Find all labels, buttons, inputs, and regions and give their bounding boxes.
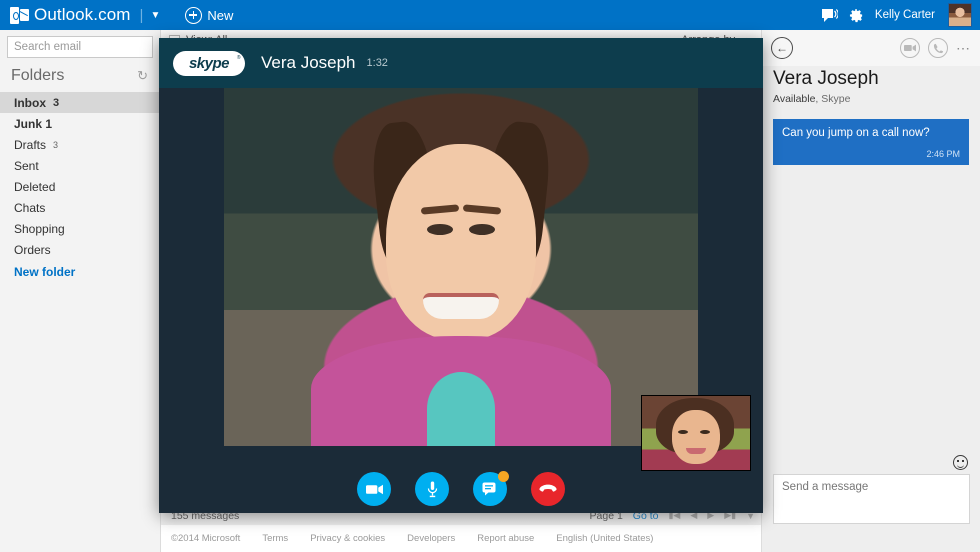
- sidebar-item-label: Sent: [14, 158, 39, 173]
- ellipsis-icon[interactable]: ⋯: [956, 41, 971, 55]
- chat-message-bubble: Can you jump on a call now? 2:46 PM: [773, 119, 969, 165]
- page-footer: ©2014 Microsoft Terms Privacy & cookies …: [161, 525, 761, 552]
- gear-icon[interactable]: [849, 8, 864, 23]
- sidebar-item-drafts[interactable]: Drafts 3: [0, 134, 160, 155]
- top-navigation-bar: Outlook.com | ▼ New Kelly Carter: [0, 0, 980, 30]
- sidebar-item-deleted[interactable]: Deleted: [0, 176, 160, 197]
- sidebar-item-label: Shopping: [14, 221, 65, 236]
- sidebar-item-sent[interactable]: Sent: [0, 155, 160, 176]
- folders-header: Folders ↻: [0, 58, 160, 92]
- terms-link[interactable]: Terms: [262, 533, 288, 544]
- sidebar-item-label: Inbox: [14, 95, 46, 110]
- refresh-icon[interactable]: ↻: [137, 68, 148, 84]
- sidebar-item-chats[interactable]: Chats: [0, 197, 160, 218]
- skype-logo-icon: skype: [173, 50, 245, 76]
- outlook-brand[interactable]: Outlook.com | ▼: [10, 5, 160, 25]
- brand-label: Outlook.com: [34, 5, 131, 24]
- search-input[interactable]: [14, 41, 168, 53]
- remote-video-feed[interactable]: [224, 88, 698, 446]
- user-name-label[interactable]: Kelly Carter: [875, 9, 935, 21]
- plus-circle-icon: [185, 6, 203, 24]
- chat-compose-area: Send a message: [762, 455, 980, 552]
- new-folder-label: New folder: [14, 264, 76, 279]
- skype-call-window: skype Vera Joseph 1:32: [159, 38, 763, 513]
- report-abuse-link[interactable]: Report abuse: [477, 533, 534, 544]
- new-folder-button[interactable]: New folder: [0, 261, 160, 282]
- messaging-icon[interactable]: [821, 8, 838, 22]
- new-button[interactable]: New: [185, 6, 234, 24]
- back-arrow-icon[interactable]: ←: [771, 37, 793, 59]
- smiley-icon[interactable]: [953, 455, 968, 470]
- end-call-button[interactable]: [531, 472, 565, 506]
- chat-notification-badge: [498, 471, 509, 482]
- skype-video-area: [159, 88, 763, 513]
- sidebar: Folders ↻ Inbox 3 Junk 1 Drafts 3 Sent D…: [0, 30, 177, 552]
- video-toggle-button[interactable]: [357, 472, 391, 506]
- status-service: , Skype: [815, 93, 851, 105]
- sidebar-item-label: Drafts: [14, 137, 47, 152]
- developers-link[interactable]: Developers: [407, 533, 455, 544]
- microphone-toggle-button[interactable]: [415, 472, 449, 506]
- privacy-link[interactable]: Privacy & cookies: [310, 533, 385, 544]
- sidebar-item-shopping[interactable]: Shopping: [0, 218, 160, 239]
- chat-contact-status: Available, Skype: [762, 90, 980, 105]
- chat-toggle-button[interactable]: [473, 471, 509, 506]
- chat-panel-actions: ⋯: [900, 38, 971, 58]
- outlook-logo-icon: [10, 6, 29, 24]
- top-bar-right-group: Kelly Carter: [821, 0, 976, 30]
- emoji-row: [762, 455, 980, 474]
- skype-call-controls: [159, 471, 763, 506]
- chat-message-text: Can you jump on a call now?: [782, 127, 930, 139]
- skype-header: skype Vera Joseph 1:32: [159, 38, 763, 88]
- chat-panel-header: ← ⋯: [762, 30, 980, 66]
- copyright-label: ©2014 Microsoft: [171, 533, 241, 544]
- search-box[interactable]: [7, 36, 177, 58]
- folders-title: Folders: [11, 67, 65, 84]
- sidebar-item-junk[interactable]: Junk 1: [0, 113, 160, 134]
- phone-icon[interactable]: [928, 38, 948, 58]
- skype-contact-name: Vera Joseph: [261, 53, 356, 72]
- chevron-down-icon[interactable]: ▼: [150, 10, 160, 21]
- sidebar-item-inbox[interactable]: Inbox 3: [0, 92, 160, 113]
- chat-message-time: 2:46 PM: [926, 148, 960, 159]
- chat-message-list: Can you jump on a call now? 2:46 PM: [762, 105, 980, 165]
- sidebar-item-count: 3: [53, 139, 59, 150]
- sidebar-item-count: 3: [53, 96, 60, 109]
- sidebar-item-label: Orders: [14, 242, 51, 257]
- message-input[interactable]: Send a message: [773, 474, 970, 524]
- new-button-label: New: [207, 7, 234, 23]
- chat-contact-name: Vera Joseph: [773, 68, 879, 89]
- video-camera-icon[interactable]: [900, 38, 920, 58]
- avatar[interactable]: [948, 3, 972, 27]
- self-view-thumbnail[interactable]: [641, 395, 751, 471]
- chat-panel: ← ⋯ Vera Joseph Available, Skype Can you…: [761, 30, 980, 552]
- sidebar-item-orders[interactable]: Orders: [0, 239, 160, 260]
- skype-call-duration: 1:32: [366, 57, 388, 69]
- sidebar-item-label: Deleted: [14, 179, 56, 194]
- outlook-skype-window: Outlook.com | ▼ New Kelly Carter Search …: [0, 0, 980, 552]
- search-container: [0, 30, 177, 58]
- sidebar-item-label: Junk 1: [14, 116, 53, 131]
- brand-separator: |: [139, 6, 144, 24]
- status-availability: Available: [773, 93, 816, 105]
- sidebar-item-label: Chats: [14, 200, 46, 215]
- language-link[interactable]: English (United States): [556, 533, 653, 544]
